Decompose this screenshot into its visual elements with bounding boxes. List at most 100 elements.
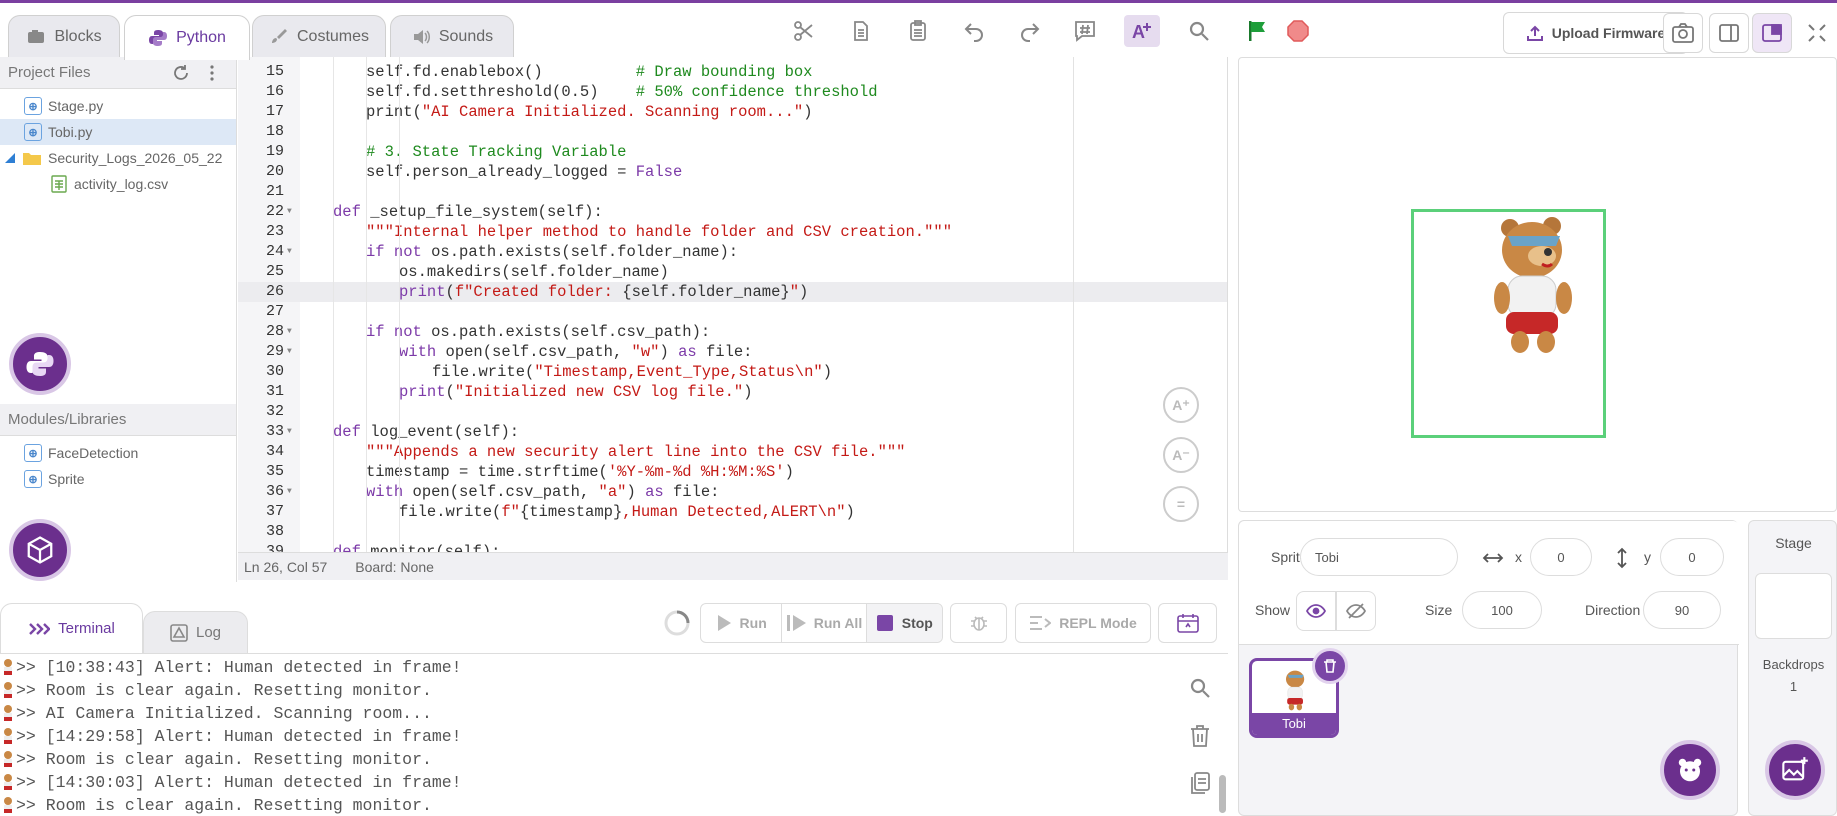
code-text: def monitor(self): [333,543,501,552]
size-input[interactable]: 100 [1462,591,1542,629]
copy-button[interactable] [842,15,878,47]
size-value: 100 [1491,602,1513,618]
sprite-name-input[interactable]: Tobi [1300,538,1458,576]
file-item-tobi[interactable]: ⊕ Tobi.py [0,119,236,145]
stop-button[interactable]: Stop [866,604,942,642]
delete-sprite-button[interactable] [1312,648,1348,684]
line-number: 27 [265,303,284,320]
folder-item-security-logs[interactable]: Security_Logs_2026_05_22 [4,145,236,171]
fullscreen-button[interactable] [1797,13,1837,53]
code-line[interactable]: 24 ▼ if not os.path.exists(self.folder_nam… [238,242,1227,262]
file-item-stage[interactable]: ⊕ Stage.py [24,93,236,119]
run-button[interactable]: Run [701,604,783,642]
code-line[interactable]: 31 print("Initialized new CSV log file.") [238,382,1227,402]
code-line[interactable]: 19 # 3. State Tracking Variable [238,142,1227,162]
code-line[interactable]: 36 ▼ with open(self.csv_path, "a") as file… [238,482,1227,502]
module-item-facedetection[interactable]: ⊕ FaceDetection [24,440,236,466]
tab-terminal[interactable]: Terminal [0,603,143,653]
tab-blocks[interactable]: Blocks [8,15,120,58]
code-editor[interactable]: 15 self.fd.enablebox() # Draw bounding bo… [238,57,1228,552]
fold-arrow-icon[interactable]: ▼ [287,202,292,222]
folder-name: Security_Logs_2026_05_22 [48,150,223,166]
direction-input[interactable]: 90 [1643,591,1721,629]
code-line[interactable]: 22 ▼ def _setup_file_system(self): [238,202,1227,222]
camera-icon [1672,23,1694,43]
code-line[interactable]: 30 file.write("Timestamp,Event_Type,Statu… [238,362,1227,382]
debug-button[interactable] [950,603,1007,643]
search-button[interactable] [1181,15,1217,47]
code-line[interactable]: 28 ▼ if not os.path.exists(self.csv_path): [238,322,1227,342]
redo-button[interactable] [1012,15,1048,47]
fold-arrow-icon[interactable]: ▼ [287,482,292,502]
code-line[interactable]: 23 """Internal helper method to handle fo… [238,222,1227,242]
terminal-line-text: >> [14:29:58] Alert: Human detected in f… [16,727,462,746]
terminal-scrollbar[interactable] [1219,775,1226,813]
code-line[interactable]: 33 ▼ def log_event(self): [238,422,1227,442]
x-input[interactable]: 0 [1530,538,1592,576]
module-icon: ⊕ [24,444,42,462]
top-bar: Blocks Python Costumes Sounds A Upload F… [0,3,1837,60]
code-line[interactable]: 34 """Appends a new security alert line i… [238,442,1227,462]
fold-arrow-icon[interactable]: ▼ [287,322,292,342]
code-line[interactable]: 18 [238,122,1227,142]
show-hidden-button[interactable] [1336,591,1376,631]
screenshot-button[interactable] [1663,13,1703,53]
tab-log[interactable]: Log [143,611,248,653]
fold-arrow-icon[interactable]: ▼ [287,242,292,262]
run-all-button[interactable]: Run All [782,604,867,642]
bug-icon [970,616,987,631]
zoom-in-button[interactable]: A⁺ [1163,387,1199,423]
module-item-sprite[interactable]: ⊕ Sprite [24,466,236,492]
add-backdrop-button[interactable] [1765,740,1825,800]
code-line[interactable]: 25 os.makedirs(self.folder_name) [238,262,1227,282]
code-line[interactable]: 35 timestamp = time.strftime('%Y-%m-%d %H… [238,462,1227,482]
green-flag-button[interactable] [1239,15,1275,47]
terminal-copy-button[interactable] [1182,767,1218,799]
terminal-search-button[interactable] [1182,672,1218,704]
show-visible-button[interactable] [1296,591,1336,631]
code-line[interactable]: 38 [238,522,1227,542]
code-line[interactable]: 17 print("AI Camera Initialized. Scanning… [238,102,1227,122]
fold-arrow-icon[interactable]: ▼ [287,342,292,362]
code-line[interactable]: 20 self.person_already_logged = False [238,162,1227,182]
more-vertical-icon[interactable] [204,64,220,82]
terminal-output[interactable]: >> [10:38:43] Alert: Human detected in f… [0,653,1228,816]
add-module-button[interactable] [9,519,71,581]
stage-thumbnail[interactable] [1755,573,1832,639]
code-line[interactable]: 27 [238,302,1227,322]
file-item-activity-log[interactable]: activity_log.csv [50,171,236,197]
code-line[interactable]: 15 self.fd.enablebox() # Draw bounding bo… [238,62,1227,82]
large-stage-button[interactable] [1752,13,1792,53]
paste-button[interactable] [900,15,936,47]
small-stage-button[interactable] [1709,13,1749,53]
stop-all-button[interactable] [1280,15,1316,47]
comment-button[interactable] [1067,15,1103,47]
code-line[interactable]: 32 [238,402,1227,422]
tab-sounds[interactable]: Sounds [390,15,514,58]
backdrops-count: 1 [1789,679,1798,694]
add-sprite-button[interactable] [1660,740,1720,800]
code-line[interactable]: 37 file.write(f"{timestamp},Human Detecte… [238,502,1227,522]
add-python-file-button[interactable] [9,333,71,395]
format-code-button[interactable]: A [1124,15,1160,47]
fold-arrow-icon[interactable]: ▼ [287,422,292,442]
zoom-out-button[interactable]: A⁻ [1163,437,1199,473]
code-line[interactable]: 29 ▼ with open(self.csv_path, "w") as file… [238,342,1227,362]
code-line[interactable]: 39 def monitor(self): [238,542,1227,552]
schedule-button[interactable] [1158,603,1217,643]
code-line[interactable]: 16 self.fd.setthreshold(0.5) # 50% confid… [238,82,1227,102]
zoom-reset-button[interactable]: = [1163,486,1199,522]
refresh-icon[interactable] [172,64,190,82]
tab-costumes[interactable]: Costumes [252,15,386,58]
repl-mode-button[interactable]: REPL Mode [1015,603,1151,643]
tab-python[interactable]: Python [124,15,250,60]
code-line[interactable]: 21 [238,182,1227,202]
cut-button[interactable] [786,15,822,47]
y-input[interactable]: 0 [1660,538,1724,576]
undo-button[interactable] [956,15,992,47]
terminal-clear-button[interactable] [1182,720,1218,752]
code-line[interactable]: 26 print(f"Created folder: {self.folder_n… [238,282,1227,302]
upload-firmware-button[interactable]: Upload Firmware [1503,12,1688,54]
tobi-bear-sprite[interactable] [1490,210,1580,355]
search-icon [1189,21,1209,41]
